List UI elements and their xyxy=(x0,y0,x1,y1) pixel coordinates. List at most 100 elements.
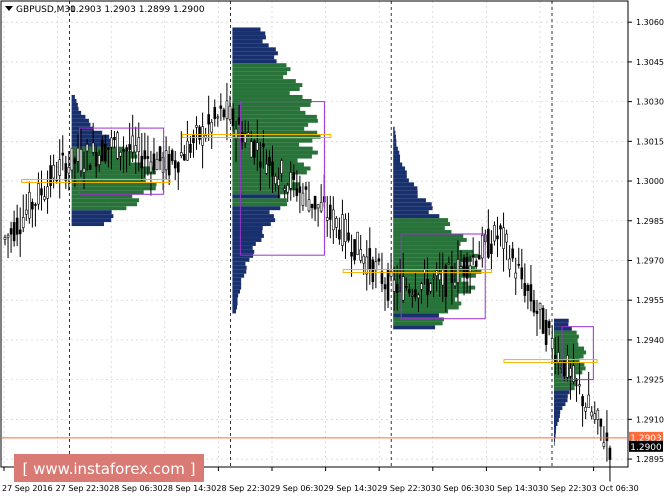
volume-profile-bar xyxy=(393,134,396,139)
volume-profile-bar xyxy=(71,98,77,103)
volume-profile-bar xyxy=(393,206,433,211)
volume-profile-bar xyxy=(71,122,91,127)
candle-body xyxy=(180,152,183,156)
volume-profile-bar xyxy=(232,301,238,306)
candle-body xyxy=(104,143,107,162)
volume-profile-bar xyxy=(554,382,578,387)
candle-body xyxy=(332,209,335,231)
candle-body xyxy=(82,168,86,173)
volume-profile-bar xyxy=(554,421,558,426)
candle-body xyxy=(283,188,286,191)
candle-body xyxy=(468,265,472,273)
volume-profile-bar xyxy=(71,190,144,195)
volume-profile-bar xyxy=(554,334,579,339)
candle-body xyxy=(304,186,308,190)
candle-body xyxy=(125,147,128,152)
volume-profile-bar xyxy=(232,226,263,231)
candle-body xyxy=(164,150,168,171)
candle-body xyxy=(444,265,448,297)
volume-profile-bar xyxy=(554,406,563,411)
candle-body xyxy=(359,249,362,261)
candle-body xyxy=(395,284,399,294)
candle-body xyxy=(456,259,460,283)
price-chart[interactable]: 1.3060 1.3045 1.3030 1.3015 1.3000 1.2985 1.29… xyxy=(0,0,664,498)
candle-body xyxy=(490,243,493,254)
volume-profile-bar xyxy=(232,51,278,56)
time-tick-label: 29 Sep 06:30 xyxy=(270,484,323,493)
candle-body xyxy=(46,186,49,199)
volume-profile-bar xyxy=(71,210,112,215)
price-tick-label: 1.3045 xyxy=(636,58,664,67)
candle-body xyxy=(173,160,177,169)
watermark-text: [ www.instaforex.com ] xyxy=(23,460,196,478)
volume-profile-bar xyxy=(71,202,138,207)
volume-profile-bar xyxy=(232,106,301,111)
candle-body xyxy=(183,154,186,161)
volume-profile-bar xyxy=(554,318,569,323)
candle-body xyxy=(608,447,612,460)
volume-profile-bar xyxy=(232,277,242,282)
candle-body xyxy=(578,384,581,387)
candle-body xyxy=(67,167,71,174)
chart-background xyxy=(0,0,664,498)
candle-body xyxy=(265,163,268,174)
candle-body xyxy=(462,257,466,277)
time-tick-label: 30 Sep 06:30 xyxy=(431,484,484,493)
candle-body xyxy=(514,272,518,279)
candle-body xyxy=(176,162,180,173)
volume-profile-bar xyxy=(71,94,75,99)
candle-body xyxy=(122,148,125,152)
volume-profile-bar xyxy=(232,59,277,64)
candle-body xyxy=(286,184,290,193)
volume-profile-bar xyxy=(393,142,397,147)
candle-body xyxy=(289,172,293,189)
candle-body xyxy=(298,186,302,193)
candle-body xyxy=(12,222,16,242)
candle-body xyxy=(201,126,204,146)
candle-body xyxy=(581,396,584,407)
candle-body xyxy=(61,152,65,156)
price-tick-label: 1.3030 xyxy=(636,98,664,107)
volume-profile-bar xyxy=(393,194,418,199)
volume-profile-bar xyxy=(393,126,395,131)
candle-body xyxy=(335,217,338,228)
volume-profile-bar xyxy=(393,245,460,250)
time-tick-label: 30 Sep 22:30 xyxy=(538,484,591,493)
candle-body xyxy=(544,319,548,345)
volume-profile-bar xyxy=(232,98,312,103)
candle-body xyxy=(231,108,235,127)
candle-body xyxy=(599,418,603,427)
candle-body xyxy=(310,203,314,209)
volume-profile-bar xyxy=(393,190,418,195)
volume-profile-bar xyxy=(393,158,401,163)
candle-body xyxy=(523,283,527,296)
volume-profile-bar xyxy=(393,154,401,159)
candle-body xyxy=(43,196,46,200)
candle-body xyxy=(58,159,62,176)
volume-profile-bar xyxy=(232,31,266,36)
volume-profile-bar xyxy=(554,425,557,430)
candle-body xyxy=(219,105,223,109)
candle-body xyxy=(259,161,262,168)
volume-profile-bar xyxy=(232,285,242,290)
candle-body xyxy=(40,188,43,196)
volume-profile-bar xyxy=(232,305,238,310)
chart-header: GBPUSD,M30 1.2903 1.2903 1.2899 1.2900 xyxy=(5,5,205,15)
volume-profile-bar xyxy=(71,110,82,115)
candle-body xyxy=(268,157,271,166)
candle-body xyxy=(64,163,68,181)
candle-body xyxy=(401,276,405,301)
candle-body xyxy=(541,307,545,334)
volume-profile-bar xyxy=(554,433,556,438)
volume-profile-bar xyxy=(232,43,269,48)
volume-profile-bar xyxy=(232,102,311,107)
candle-body xyxy=(325,217,329,221)
candle-body xyxy=(435,270,438,276)
candle-body xyxy=(3,237,7,240)
candle-body xyxy=(131,135,134,153)
candle-body xyxy=(167,154,171,176)
volume-profile-bar xyxy=(393,289,472,294)
volume-profile-bar xyxy=(71,114,86,119)
volume-profile-bar xyxy=(393,162,403,167)
candle-body xyxy=(21,217,25,228)
